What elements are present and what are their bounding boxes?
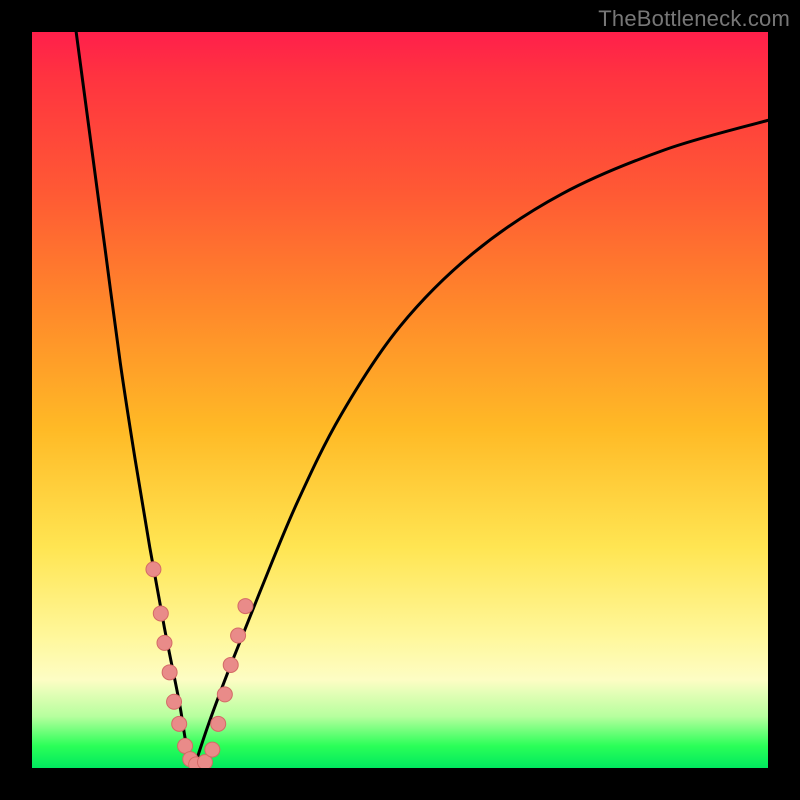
marker-dot xyxy=(146,562,161,577)
chart-frame: TheBottleneck.com xyxy=(0,0,800,800)
chart-svg xyxy=(32,32,768,768)
marker-dot xyxy=(157,635,172,650)
marker-dot xyxy=(172,716,187,731)
watermark-label: TheBottleneck.com xyxy=(598,6,790,32)
marker-dot xyxy=(167,694,182,709)
marker-dot xyxy=(238,599,253,614)
curve-right-curve xyxy=(194,120,768,768)
marker-layer xyxy=(146,562,253,768)
curve-layer xyxy=(76,32,768,768)
marker-dot xyxy=(223,657,238,672)
marker-dot xyxy=(162,665,177,680)
curve-left-curve xyxy=(76,32,194,768)
marker-dot xyxy=(217,687,232,702)
marker-dot xyxy=(205,742,220,757)
marker-dot xyxy=(153,606,168,621)
plot-area xyxy=(32,32,768,768)
marker-dot xyxy=(231,628,246,643)
marker-dot xyxy=(211,716,226,731)
